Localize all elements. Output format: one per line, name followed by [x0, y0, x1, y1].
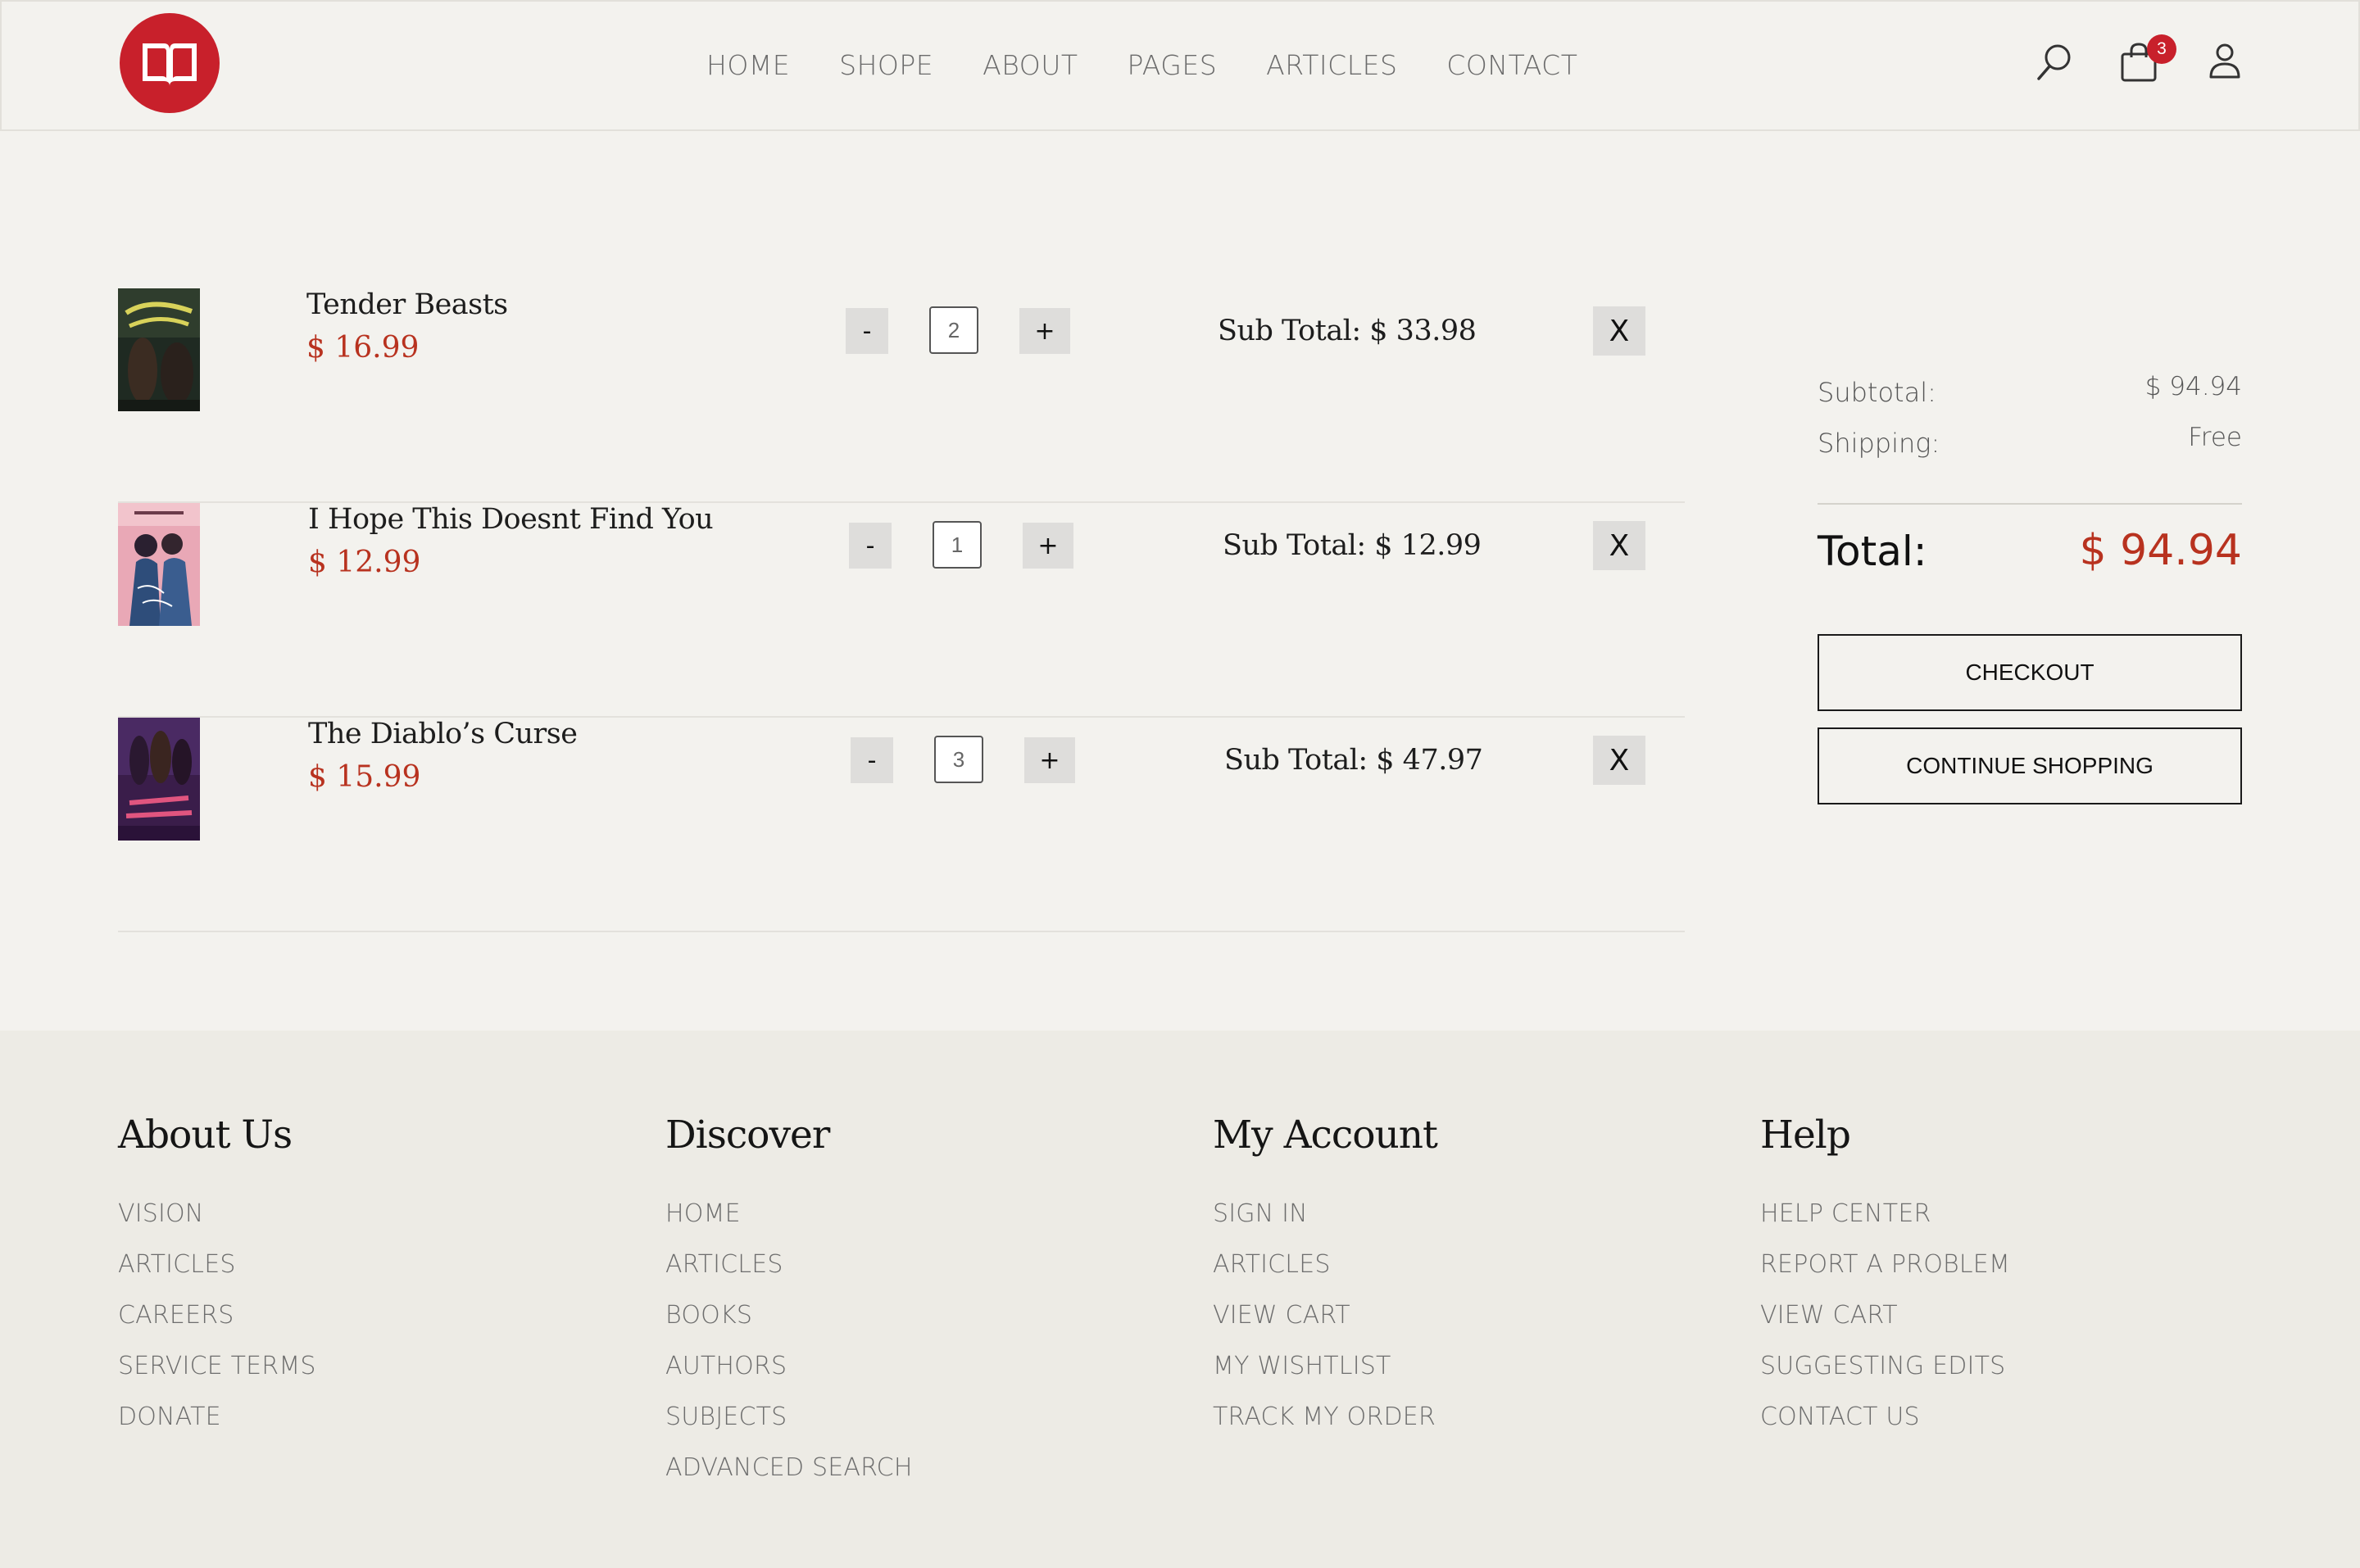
footer-link-advanced-search[interactable]: ADVANCED SEARCH	[665, 1443, 1157, 1493]
book-price: $ 12.99	[308, 546, 421, 579]
total-value: $ 94.94	[2079, 526, 2242, 575]
nav-about[interactable]: ABOUT	[983, 49, 1078, 85]
footer-link-suggesting-edits[interactable]: SUGGESTING EDITS	[1760, 1341, 2252, 1392]
footer-link-view-cart[interactable]: VIEW CART	[1760, 1290, 2252, 1341]
cart-item-row: I Hope This Doesnt Find You $ 12.99 - 1 …	[118, 503, 1685, 718]
continue-shopping-button[interactable]: CONTINUE SHOPPING	[1818, 727, 2242, 804]
book-price: $ 15.99	[308, 760, 421, 794]
shipping-line: Shipping: Free	[1818, 411, 2242, 462]
book-price: $ 16.99	[306, 331, 420, 365]
footer-link-articles[interactable]: ARTICLES	[118, 1239, 610, 1290]
decrease-qty-button[interactable]: -	[846, 308, 888, 354]
footer-link-help-center[interactable]: HELP CENTER	[1760, 1189, 2252, 1239]
footer-heading: About Us	[118, 1113, 293, 1158]
total-label: Total:	[1818, 528, 1927, 575]
footer-link-authors[interactable]: AUTHORS	[665, 1341, 1157, 1392]
increase-qty-button[interactable]: +	[1024, 737, 1075, 783]
footer-heading: Help	[1760, 1113, 1851, 1158]
order-summary: Subtotal: $ 94.94 Shipping: Free Total: …	[1818, 360, 2242, 804]
footer-heading: Discover	[665, 1113, 830, 1158]
search-icon[interactable]	[2034, 41, 2075, 85]
footer-column-help: Help HELP CENTER REPORT A PROBLEM VIEW C…	[1760, 1113, 2252, 1443]
footer-link-books[interactable]: BOOKS	[665, 1290, 1157, 1341]
cart-item-row: Tender Beasts $ 16.99 - 2 + Sub Total: $…	[118, 288, 1685, 503]
cart-count-badge: 3	[2147, 34, 2176, 64]
footer-link-articles[interactable]: ARTICLES	[1213, 1239, 1704, 1290]
cart-item-row: The Diablo’s Curse $ 15.99 - 3 + Sub Tot…	[118, 718, 1685, 932]
book-title[interactable]: Tender Beasts	[306, 288, 508, 321]
remove-item-button[interactable]: X	[1593, 736, 1645, 785]
footer-column-about-us: About Us VISION ARTICLES CAREERS SERVICE…	[118, 1113, 610, 1443]
increase-qty-button[interactable]: +	[1019, 308, 1070, 354]
increase-qty-button[interactable]: +	[1023, 523, 1073, 569]
nav-pages[interactable]: PAGES	[1128, 49, 1218, 85]
remove-item-button[interactable]: X	[1593, 521, 1645, 570]
subtotal-label: Subtotal:	[1818, 377, 1936, 408]
book-title[interactable]: The Diablo’s Curse	[308, 718, 578, 750]
footer-link-wishlist[interactable]: MY WISHTLIST	[1213, 1341, 1704, 1392]
main-nav: HOME SHOPE ABOUT PAGES ARTICLES CONTACT	[706, 49, 1577, 85]
book-cover-tender-beasts[interactable]	[118, 288, 200, 411]
checkout-button[interactable]: CHECKOUT	[1818, 634, 2242, 711]
quantity-field[interactable]: 1	[933, 521, 982, 569]
decrease-qty-button[interactable]: -	[849, 523, 892, 569]
quantity-field[interactable]: 3	[934, 736, 983, 783]
item-subtotal: Sub Total: $ 33.98	[1218, 315, 1477, 347]
book-cover-the-diablos-curse[interactable]	[118, 718, 200, 841]
nav-contact[interactable]: CONTACT	[1446, 49, 1577, 85]
footer-link-view-cart[interactable]: VIEW CART	[1213, 1290, 1704, 1341]
footer-link-subjects[interactable]: SUBJECTS	[665, 1392, 1157, 1443]
subtotal-value: $ 94.94	[2144, 372, 2242, 401]
footer-link-articles[interactable]: ARTICLES	[665, 1239, 1157, 1290]
footer-column-my-account: My Account SIGN IN ARTICLES VIEW CART MY…	[1213, 1113, 1704, 1443]
item-subtotal: Sub Total: $ 47.97	[1224, 744, 1483, 777]
summary-divider	[1818, 503, 2242, 505]
remove-item-button[interactable]: X	[1593, 306, 1645, 356]
footer-link-donate[interactable]: DONATE	[118, 1392, 610, 1443]
shipping-value: Free	[2188, 423, 2242, 452]
user-icon[interactable]	[2204, 41, 2245, 85]
book-cover-i-hope-this-doesnt-find-you[interactable]	[118, 503, 200, 626]
open-book-logo-icon	[143, 43, 197, 86]
decrease-qty-button[interactable]: -	[851, 737, 893, 783]
shipping-label: Shipping:	[1818, 428, 1940, 459]
site-footer: About Us VISION ARTICLES CAREERS SERVICE…	[0, 1031, 2360, 1568]
footer-link-report-problem[interactable]: REPORT A PROBLEM	[1760, 1239, 2252, 1290]
nav-articles[interactable]: ARTICLES	[1266, 49, 1397, 85]
item-subtotal: Sub Total: $ 12.99	[1223, 529, 1482, 562]
footer-link-contact-us[interactable]: CONTACT US	[1760, 1392, 2252, 1443]
site-header: HOME SHOPE ABOUT PAGES ARTICLES CONTACT …	[0, 0, 2360, 131]
nav-home[interactable]: HOME	[706, 49, 790, 85]
footer-link-careers[interactable]: CAREERS	[118, 1290, 610, 1341]
footer-column-discover: Discover HOME ARTICLES BOOKS AUTHORS SUB…	[665, 1113, 1157, 1493]
logo[interactable]	[120, 13, 220, 113]
footer-link-service-terms[interactable]: SERVICE TERMS	[118, 1341, 610, 1392]
footer-link-track-order[interactable]: TRACK MY ORDER	[1213, 1392, 1704, 1443]
nav-shop[interactable]: SHOPE	[839, 49, 933, 85]
footer-heading: My Account	[1213, 1113, 1438, 1158]
footer-link-vision[interactable]: VISION	[118, 1189, 610, 1239]
book-title[interactable]: I Hope This Doesnt Find You	[308, 503, 714, 536]
quantity-field[interactable]: 2	[929, 306, 978, 354]
footer-link-sign-in[interactable]: SIGN IN	[1213, 1189, 1704, 1239]
footer-link-home[interactable]: HOME	[665, 1189, 1157, 1239]
subtotal-line: Subtotal: $ 94.94	[1818, 360, 2242, 411]
